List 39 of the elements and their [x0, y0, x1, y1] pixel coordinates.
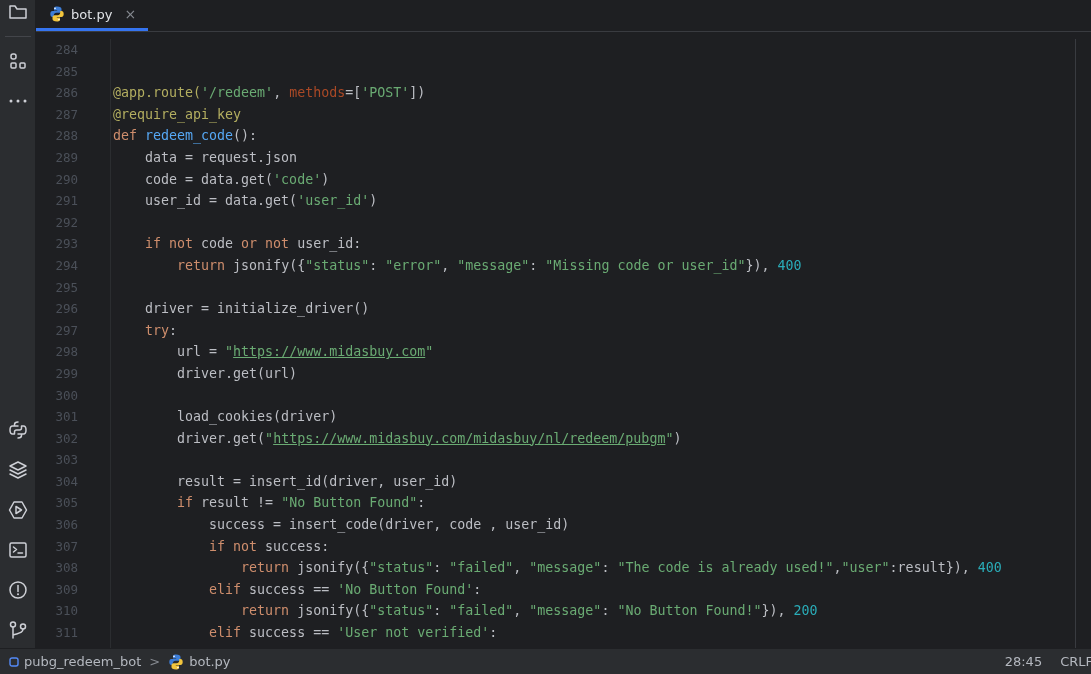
run-icon[interactable] — [7, 500, 28, 520]
code-line: def redeem_code(): — [113, 128, 258, 144]
code-line: return jsonify({"status": "failed", "message": "The code is already used!","user":result}), 400 — [240, 560, 1002, 576]
terminal-icon[interactable] — [7, 540, 28, 560]
code-line: success = insert_code(driver, code , user_id) — [208, 517, 570, 533]
python-icon — [49, 5, 65, 23]
breadcrumb[interactable]: bot.py — [168, 652, 231, 671]
code-line: elif success == 'No Button Found': — [208, 581, 482, 597]
code-line: user_id = data.get('user_id') — [144, 193, 378, 209]
code-line: if not code or not user_id: — [144, 236, 362, 252]
breadcrumb-separator: > — [149, 654, 161, 669]
python-console-icon[interactable] — [7, 420, 28, 440]
breadcrumb[interactable]: pubg_redeem_bot — [9, 654, 142, 669]
layers-icon[interactable] — [7, 460, 28, 480]
code-line: data = request.json — [144, 149, 298, 165]
structure-icon[interactable] — [7, 51, 28, 71]
code-line: if not success: — [208, 538, 330, 554]
code-line: @app.route('/redeem', methods=['POST']) — [113, 85, 426, 101]
file-tab[interactable]: bot.py × — [36, 0, 149, 31]
folder-icon[interactable] — [7, 2, 28, 22]
problems-icon[interactable] — [7, 580, 28, 600]
close-button[interactable]: × — [124, 6, 137, 22]
module-icon — [9, 656, 19, 667]
code-line: load_cookies(driver) — [176, 409, 338, 425]
code-line: result = insert_id(driver, user_id) — [176, 473, 458, 489]
code-line: @require_api_key — [113, 106, 242, 122]
python-icon — [168, 652, 185, 671]
cursor-position[interactable]: 28:45 — [1004, 654, 1043, 669]
code-line: return jsonify({"status": "failed", "message": "No Button Found!"}), 200 — [240, 603, 818, 619]
code-line: try: — [144, 322, 178, 338]
code-line: return jsonify({"status": "error", "message": "Missing code or user_id"}), 400 — [176, 257, 802, 273]
code-line: if result != "No Button Found": — [176, 495, 426, 511]
git-icon[interactable] — [7, 620, 28, 640]
code-line: elif success == 'User not verified': — [208, 625, 498, 641]
code-line: driver.get(url) — [176, 365, 298, 381]
code-line: driver = initialize_driver() — [144, 301, 370, 317]
code-line: code = data.get('code') — [144, 171, 330, 187]
code-line: driver.get("https://www.midasbuy.com/midasbuy/nl/redeem/pubgm") — [176, 430, 682, 446]
code-line: url = "https://www.midasbuy.com" — [176, 344, 434, 360]
